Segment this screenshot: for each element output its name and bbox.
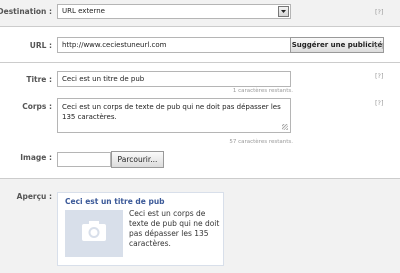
ad-preview-card: Ceci est un titre de pub Ceci est un cor…	[57, 192, 224, 266]
url-label: URL :	[29, 41, 52, 50]
image-label: Image :	[20, 153, 52, 162]
title-help-icon[interactable]: [?]	[375, 72, 384, 80]
preview-title[interactable]: Ceci est un titre de pub	[65, 197, 165, 206]
destination-select[interactable]: URL externe	[57, 4, 291, 19]
title-label: Titre :	[26, 75, 52, 84]
browse-button[interactable]: Parcourir...	[111, 151, 164, 168]
preview-body: Ceci est un corps de texte de pub qui ne…	[129, 209, 220, 248]
body-help-icon[interactable]: [?]	[375, 99, 384, 107]
url-help-icon[interactable]: [?]	[375, 42, 384, 50]
destination-label: Destination :	[0, 7, 52, 16]
body-remaining-count: 57 caractères restants.	[229, 139, 293, 145]
suggest-ad-button[interactable]: Suggérer une publicité	[290, 37, 384, 53]
title-input[interactable]: Ceci est un titre de pub	[57, 71, 291, 87]
destination-value: URL externe	[62, 7, 105, 15]
url-input[interactable]: http://www.ceciestuneurl.com	[57, 37, 291, 53]
divider	[0, 62, 400, 63]
preview-image	[65, 210, 123, 257]
body-label: Corps :	[22, 102, 52, 111]
title-remaining-count: 1 caractères restants.	[232, 88, 293, 94]
title-value: Ceci est un titre de pub	[62, 75, 145, 83]
body-textarea[interactable]: Ceci est un corps de texte de pub qui ne…	[57, 98, 291, 133]
image-file-input[interactable]	[57, 152, 111, 167]
body-value: Ceci est un corps de texte de pub qui ne…	[62, 103, 281, 121]
url-value: http://www.ceciestuneurl.com	[62, 41, 167, 49]
preview-label: Aperçu :	[16, 192, 52, 201]
camera-placeholder-icon	[82, 221, 106, 241]
divider	[0, 26, 400, 27]
resize-handle-icon[interactable]	[282, 124, 288, 130]
chevron-down-icon[interactable]	[278, 6, 289, 17]
destination-help-icon[interactable]: [?]	[375, 8, 384, 16]
